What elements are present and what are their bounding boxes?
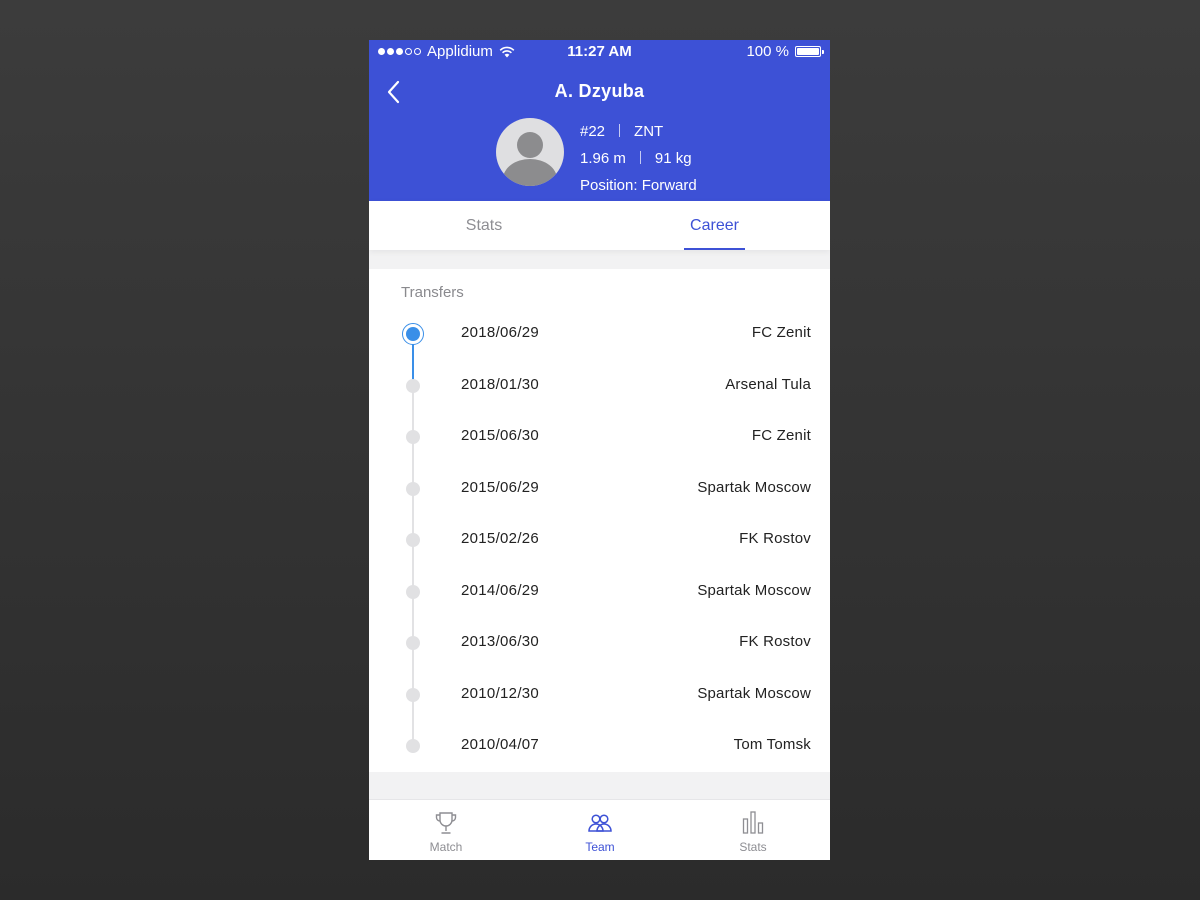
player-team: ZNT [634,123,664,140]
list-item[interactable]: 2013/06/30 FK Rostov [369,627,830,657]
trophy-icon [435,812,457,834]
active-tab-indicator [684,248,745,250]
timeline-node-active [402,323,424,345]
list-item[interactable]: 2015/02/26 FK Rostov [369,524,830,554]
player-header: Applidium 11:27 AM 100 % A. Dzyuba #22 Z… [369,40,830,201]
transfer-date: 2015/02/26 [461,530,540,547]
timeline-node [406,585,420,599]
tab-career[interactable]: Career [599,201,830,250]
tab-stats-label: Stats [739,840,767,854]
tab-stats[interactable]: Stats [369,201,599,250]
transfers-card: Transfers 2018/06/29 FC Zenit 2018/01/30… [369,269,830,772]
transfer-date: 2015/06/30 [461,427,540,444]
list-item[interactable]: 2018/06/29 FC Zenit [369,318,830,348]
timeline-node [406,688,420,702]
transfer-date: 2010/04/07 [461,736,540,753]
segment-tabs: Stats Career [369,201,830,250]
player-weight: 91 kg [654,150,692,167]
transfer-date: 2013/06/30 [461,633,540,650]
list-item[interactable]: 2015/06/29 Spartak Moscow [369,473,830,503]
timeline-node [406,482,420,496]
player-info: #22 ZNT 1.96 m 91 kg Position: Forward [580,118,697,199]
transfer-date: 2014/06/29 [461,582,540,599]
transfer-club: Spartak Moscow [697,479,811,496]
number-team-row: #22 ZNT [580,118,697,145]
list-item[interactable]: 2015/06/30 FC Zenit [369,421,830,451]
transfer-club: FC Zenit [751,427,811,444]
transfer-club: Tom Tomsk [733,736,811,753]
transfer-date: 2010/12/30 [461,685,540,702]
transfer-date: 2015/06/29 [461,479,540,496]
transfer-club: FK Rostov [739,633,811,650]
timeline-node [406,379,420,393]
tab-stats-bottom[interactable]: Stats [676,800,830,860]
list-item[interactable]: 2010/12/30 Spartak Moscow [369,679,830,709]
transfer-date: 2018/01/30 [461,376,540,393]
status-bar: Applidium 11:27 AM 100 % [369,40,830,62]
tab-team[interactable]: Team [523,800,677,860]
battery-percent: 100 % [746,43,789,60]
page-title: A. Dzyuba [554,81,645,101]
phone-screen: Applidium 11:27 AM 100 % A. Dzyuba #22 Z… [369,40,830,860]
transfer-club: Spartak Moscow [697,685,811,702]
transfer-club: FC Zenit [751,324,811,341]
player-number: #22 [580,123,606,140]
bar-chart-icon [742,811,764,834]
timeline-node [406,430,420,444]
transfer-club: FK Rostov [739,530,811,547]
battery-icon [795,46,824,57]
list-item[interactable]: 2010/04/07 Tom Tomsk [369,730,830,760]
tab-team-label: Team [585,840,615,854]
height-weight-row: 1.96 m 91 kg [580,145,697,172]
bottom-tab-bar: Match Team Stats [369,799,830,860]
player-position: Position: Forward [580,177,697,194]
transfers-title: Transfers [401,284,464,301]
list-item[interactable]: 2014/06/29 Spartak Moscow [369,576,830,606]
list-item[interactable]: 2018/01/30 Arsenal Tula [369,370,830,400]
transfer-date: 2018/06/29 [461,324,540,341]
transfer-club: Arsenal Tula [725,376,811,393]
tab-match[interactable]: Match [369,800,523,860]
timeline-node [406,533,420,547]
status-right: 100 % [746,43,824,60]
timeline-node [406,739,420,753]
transfer-club: Spartak Moscow [697,582,811,599]
timeline-node [406,636,420,650]
avatar [496,118,564,186]
player-height: 1.96 m [580,150,626,167]
team-icon [588,814,612,832]
tab-match-label: Match [429,840,463,854]
